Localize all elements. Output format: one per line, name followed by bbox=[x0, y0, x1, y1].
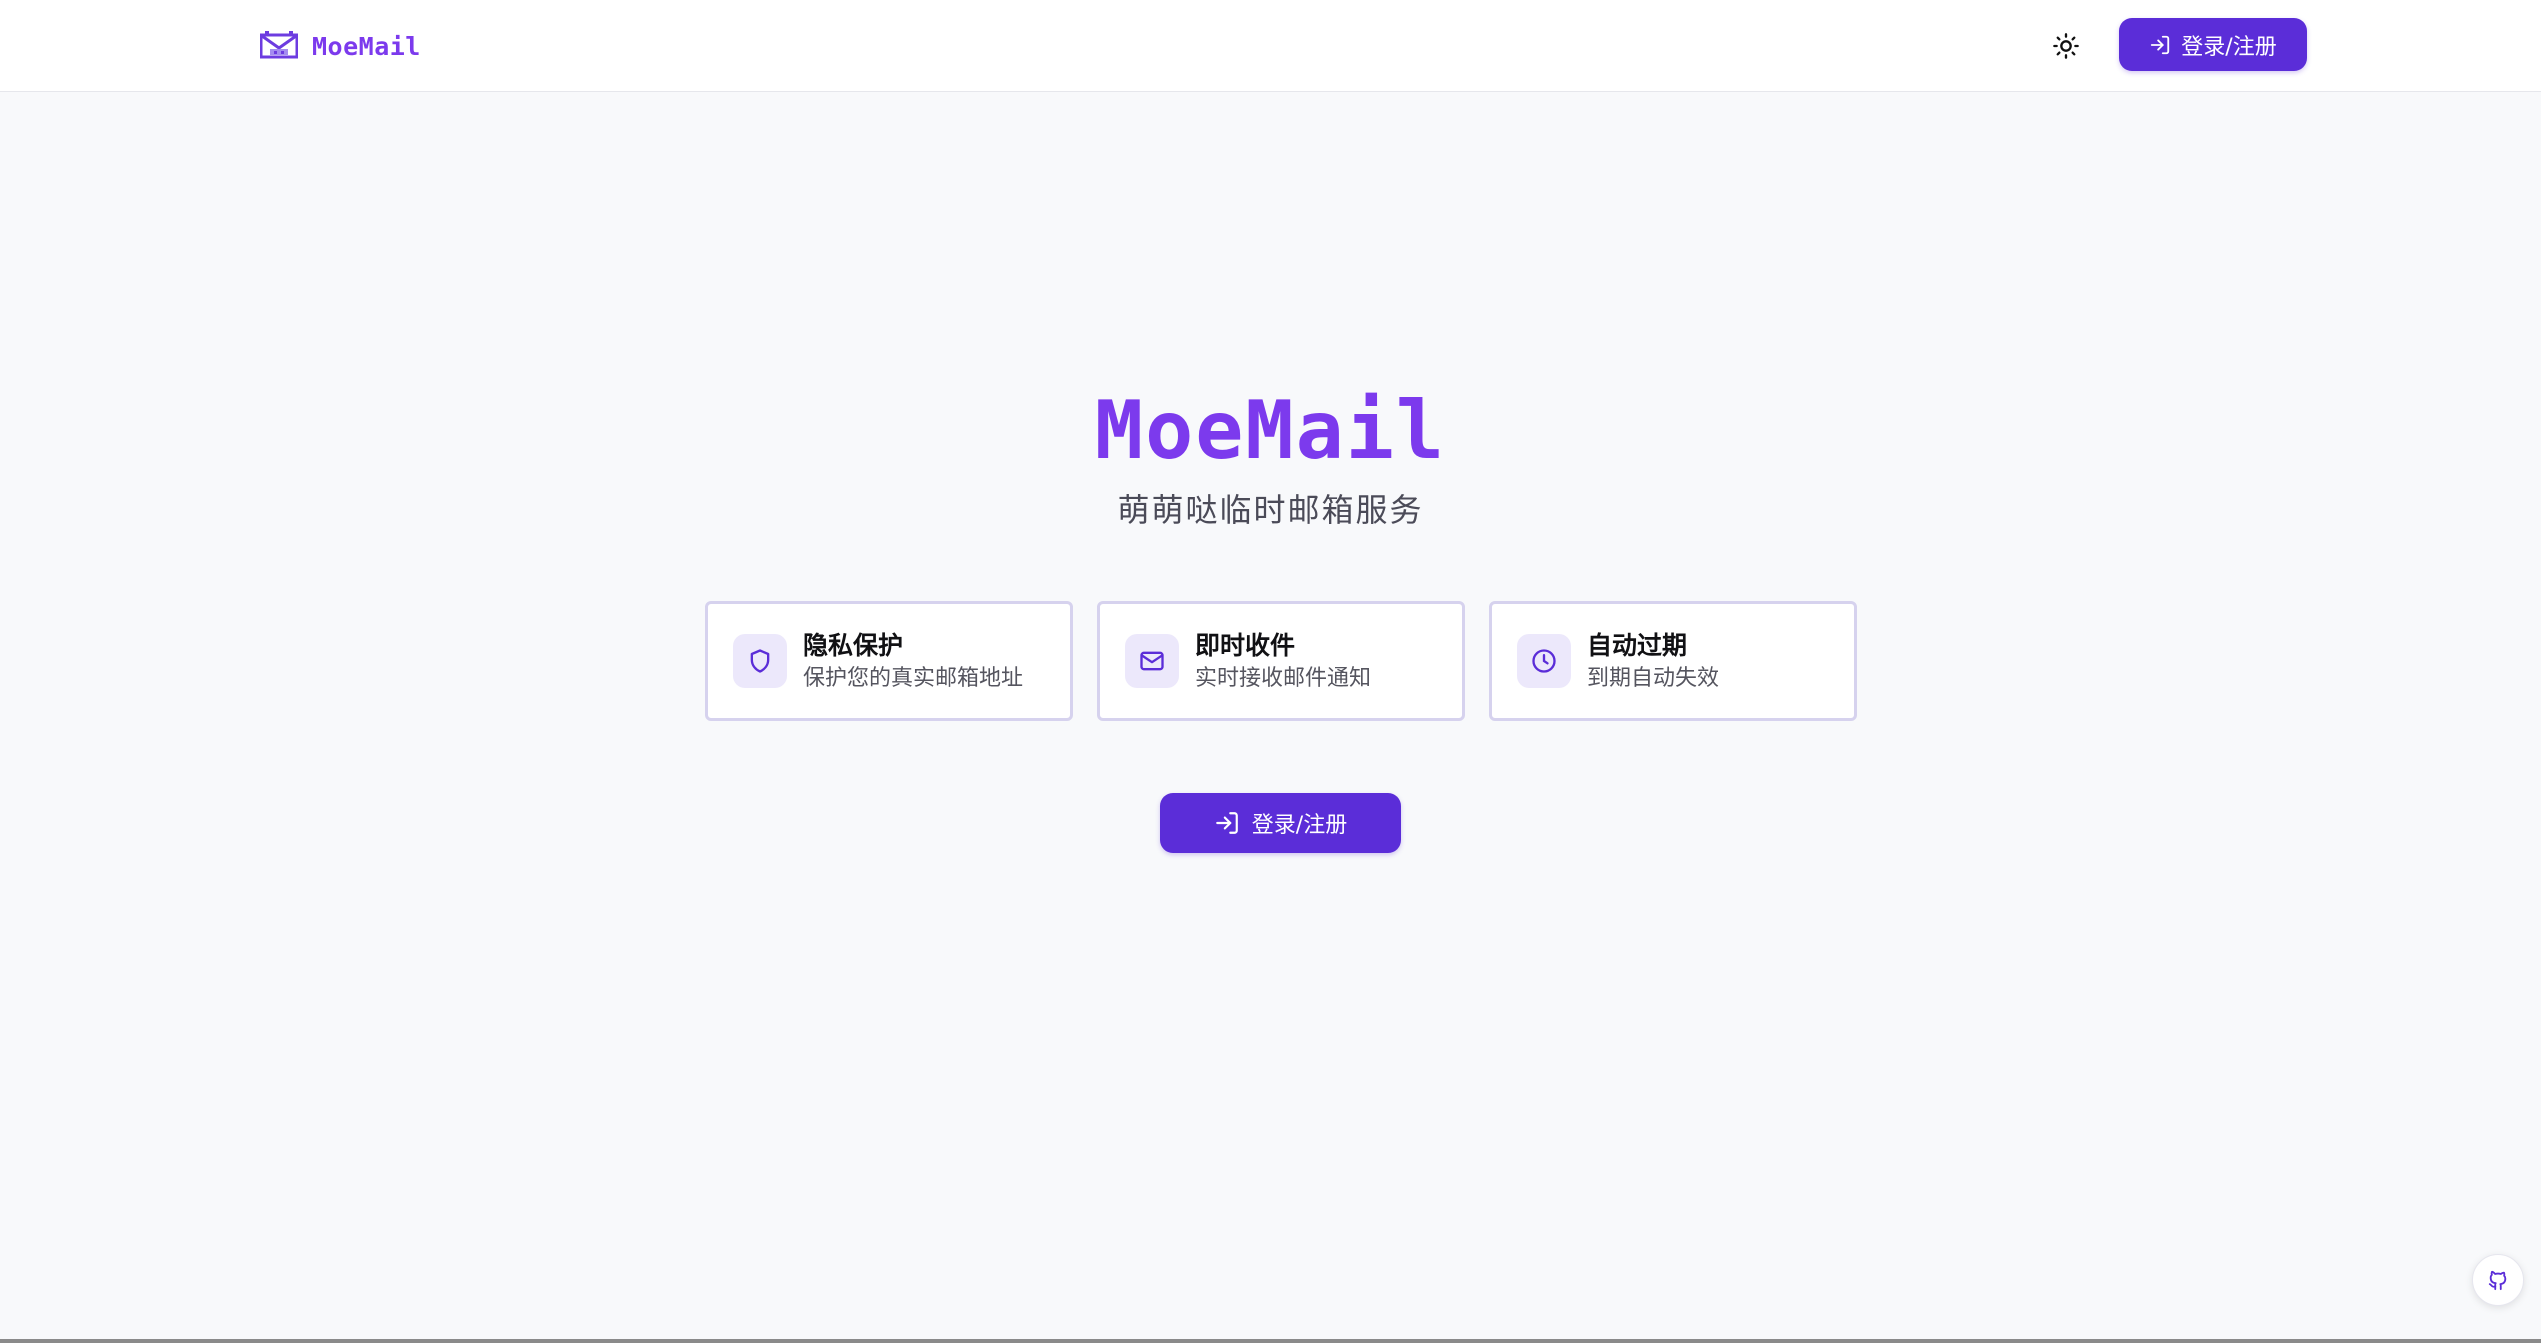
shield-icon bbox=[750, 649, 770, 673]
theme-toggle-button[interactable] bbox=[2044, 24, 2088, 68]
top-navbar: MoeMail 登录/注册 bbox=[0, 0, 2541, 92]
mail-icon bbox=[1140, 651, 1164, 671]
feature-icon-badge bbox=[733, 634, 787, 688]
hero-subtitle: 萌萌哒临时邮箱服务 bbox=[1117, 491, 1424, 529]
logo-link[interactable]: MoeMail bbox=[260, 26, 421, 66]
feature-title: 隐私保护 bbox=[803, 630, 904, 660]
feature-title: 即时收件 bbox=[1195, 630, 1296, 660]
header-login-label: 登录/注册 bbox=[2181, 34, 2277, 60]
github-link-button[interactable] bbox=[2472, 1254, 2524, 1306]
sun-icon bbox=[2053, 33, 2079, 59]
feature-title: 自动过期 bbox=[1587, 630, 1688, 660]
feature-description: 实时接收邮件通知 bbox=[1195, 665, 1372, 691]
main-login-button[interactable]: 登录/注册 bbox=[1160, 793, 1401, 853]
feature-cards: 隐私保护 保护您的真实邮箱地址 即时收件 实时接收邮件通知 自动过期 到期自动失… bbox=[705, 601, 1857, 721]
feature-description: 到期自动失效 bbox=[1587, 665, 1720, 691]
main-login-label: 登录/注册 bbox=[1251, 813, 1348, 838]
feature-icon-badge bbox=[1517, 634, 1571, 688]
feature-card-instant: 即时收件 实时接收邮件通知 bbox=[1097, 601, 1465, 721]
clock-icon bbox=[1532, 649, 1556, 673]
feature-card-privacy: 隐私保护 保护您的真实邮箱地址 bbox=[705, 601, 1073, 721]
log-in-icon bbox=[1215, 812, 1238, 834]
log-in-icon bbox=[2151, 35, 2170, 54]
github-icon bbox=[2488, 1270, 2507, 1291]
feature-card-expiry: 自动过期 到期自动失效 bbox=[1489, 601, 1857, 721]
feature-description: 保护您的真实邮箱地址 bbox=[803, 665, 1024, 691]
header-login-button[interactable]: 登录/注册 bbox=[2119, 18, 2307, 71]
hero-title: MoeMail bbox=[1094, 384, 1447, 477]
logo-icon bbox=[260, 31, 298, 59]
feature-icon-badge bbox=[1125, 634, 1179, 688]
bottom-border bbox=[0, 1339, 2541, 1343]
logo-text: MoeMail bbox=[312, 31, 421, 61]
